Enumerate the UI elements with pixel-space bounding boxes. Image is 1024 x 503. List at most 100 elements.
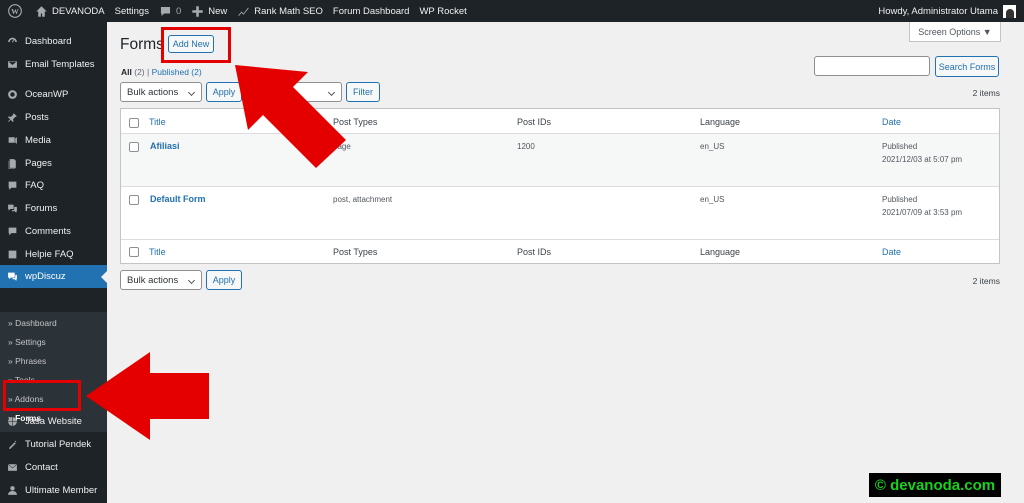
arrow-pointing-add-new-icon — [235, 65, 346, 168]
settings-label: Settings — [114, 5, 149, 17]
admin-bar: W DEVANODA Settings 0 New Rank Math SEO … — [0, 0, 1024, 22]
column-post-ids: Post IDs — [517, 117, 552, 127]
contact-icon — [7, 462, 18, 473]
filter-published-link[interactable]: Published (2) — [152, 67, 202, 77]
rank-math-link[interactable]: Rank Math SEO — [232, 0, 328, 22]
sidebar-item-email-templates[interactable]: Email Templates — [0, 53, 107, 76]
bulk-actions-select-bottom[interactable]: Bulk actions — [120, 270, 202, 290]
comment-bubble-icon — [160, 6, 171, 16]
post-ids-cell: 1200 — [517, 142, 535, 151]
chevron-down-icon — [187, 276, 196, 285]
sidebar-item-label: Comments — [25, 226, 71, 237]
sidebar-item-label: Forums — [25, 203, 58, 214]
sidebar-item-wpdiscuz[interactable]: wpDiscuz — [0, 265, 107, 288]
items-count-top: 2 items — [972, 88, 1000, 98]
bulk-actions-label: Bulk actions — [127, 86, 179, 98]
site-name-link[interactable]: DEVANODA — [30, 0, 110, 22]
date-value: 2021/07/09 at 3:53 pm — [882, 208, 963, 217]
sidebar-item-label: OceanWP — [25, 89, 69, 100]
wpdiscuz-icon — [7, 271, 18, 282]
apply-button-bottom[interactable]: Apply — [206, 270, 242, 290]
sidebar-item-label: Pages — [25, 158, 52, 169]
sidebar-item-ultimate-member[interactable]: Ultimate Member — [0, 479, 107, 502]
filter-button[interactable]: Filter — [346, 82, 380, 102]
date-value: 2021/12/03 at 5:07 pm — [882, 155, 963, 164]
sidebar-item-contact[interactable]: Contact — [0, 456, 107, 479]
sidebar-item-faq[interactable]: FAQ — [0, 174, 107, 197]
sidebar-item-posts[interactable]: Posts — [0, 106, 107, 129]
column-post-types-footer: Post Types — [333, 247, 378, 257]
sidebar-item-label: Email Templates — [25, 59, 95, 70]
sidebar-item-helpie-faq[interactable]: Helpie FAQ — [0, 243, 107, 266]
row-checkbox[interactable] — [129, 142, 139, 152]
home-icon — [36, 5, 47, 17]
column-date[interactable]: Date — [882, 117, 901, 127]
comments-link[interactable]: 0 — [154, 0, 186, 22]
sidebar-item-label: Posts — [25, 112, 49, 123]
arrow-pointing-forms-icon — [86, 352, 209, 440]
form-title-link[interactable]: Afiliasi — [150, 141, 180, 151]
pages-icon — [7, 158, 18, 169]
date-status: Published — [882, 195, 918, 204]
column-title[interactable]: Title — [149, 117, 166, 127]
footer-divider — [121, 239, 999, 240]
email-icon — [7, 59, 18, 70]
search-input[interactable] — [814, 56, 930, 76]
sidebar-item-label: Jasa Website — [25, 416, 82, 427]
sidebar-item-media[interactable]: Media — [0, 129, 107, 152]
filter-all-link[interactable]: All — [121, 67, 132, 77]
filter-separator: | — [147, 67, 150, 77]
sidebar-item-label: Media — [25, 135, 51, 146]
search-forms-button[interactable]: Search Forms — [935, 56, 999, 77]
submenu-item-dashboard[interactable]: » Dashboard — [8, 318, 57, 328]
sidebar-item-dashboard[interactable]: Dashboard — [0, 30, 107, 53]
submenu-item-settings[interactable]: » Settings — [8, 337, 46, 347]
sidebar-item-label: wpDiscuz — [25, 271, 66, 282]
wp-rocket-label: WP Rocket — [419, 5, 467, 17]
bulk-actions-select-top[interactable]: Bulk actions — [120, 82, 202, 102]
date-status: Published — [882, 142, 918, 151]
howdy-label: Howdy, Administrator Utama — [878, 5, 998, 17]
settings-link[interactable]: Settings — [110, 0, 154, 22]
column-date-footer[interactable]: Date — [882, 247, 901, 257]
jasa-icon — [7, 416, 18, 427]
oceanwp-icon — [7, 89, 18, 100]
chevron-down-icon — [187, 88, 196, 97]
my-account-link[interactable]: Howdy, Administrator Utama — [878, 0, 1016, 22]
column-language-footer: Language — [700, 247, 741, 257]
column-post-ids-footer: Post IDs — [517, 247, 552, 257]
row-checkbox[interactable] — [129, 195, 139, 205]
sidebar-item-comments[interactable]: Comments — [0, 220, 107, 243]
sidebar-item-pages[interactable]: Pages — [0, 152, 107, 175]
language-cell: en_US — [700, 142, 725, 151]
wp-rocket-link[interactable]: WP Rocket — [414, 0, 471, 22]
watermark: © devanoda.com — [869, 473, 1001, 497]
form-title-link[interactable]: Default Form — [150, 194, 206, 204]
bulk-actions-label: Bulk actions — [127, 274, 179, 286]
sidebar-item-forums[interactable]: Forums — [0, 197, 107, 220]
submenu-item-phrases[interactable]: » Phrases — [8, 356, 46, 366]
forum-dashboard-link[interactable]: Forum Dashboard — [328, 0, 415, 22]
column-title-footer[interactable]: Title — [149, 247, 166, 257]
wordpress-logo-icon[interactable]: W — [0, 0, 30, 22]
sidebar-item-label: Contact — [25, 462, 58, 473]
sidebar-item-oceanwp[interactable]: OceanWP — [0, 83, 107, 106]
faq-icon — [7, 180, 18, 191]
rank-math-icon — [238, 7, 249, 16]
media-icon — [7, 135, 18, 146]
screen-options-button[interactable]: Screen Options ▼ — [909, 22, 1001, 42]
new-content-link[interactable]: New — [186, 0, 232, 22]
sidebar-item-label: FAQ — [25, 180, 45, 191]
comments-count: 0 — [175, 5, 182, 17]
site-name-label: DEVANODA — [52, 5, 105, 17]
sidebar-item-label: Helpie FAQ — [25, 249, 74, 260]
column-language: Language — [700, 117, 741, 127]
sidebar-item-label: Ultimate Member — [25, 485, 98, 496]
comments-icon — [7, 226, 18, 237]
dashboard-icon — [7, 36, 18, 47]
select-all-checkbox-bottom[interactable] — [129, 247, 139, 257]
status-filter-links: All (2) | Published (2) — [121, 67, 202, 77]
select-all-checkbox-top[interactable] — [129, 118, 139, 128]
filter-all-count: (2) — [134, 67, 145, 77]
items-count-bottom: 2 items — [972, 276, 1000, 286]
